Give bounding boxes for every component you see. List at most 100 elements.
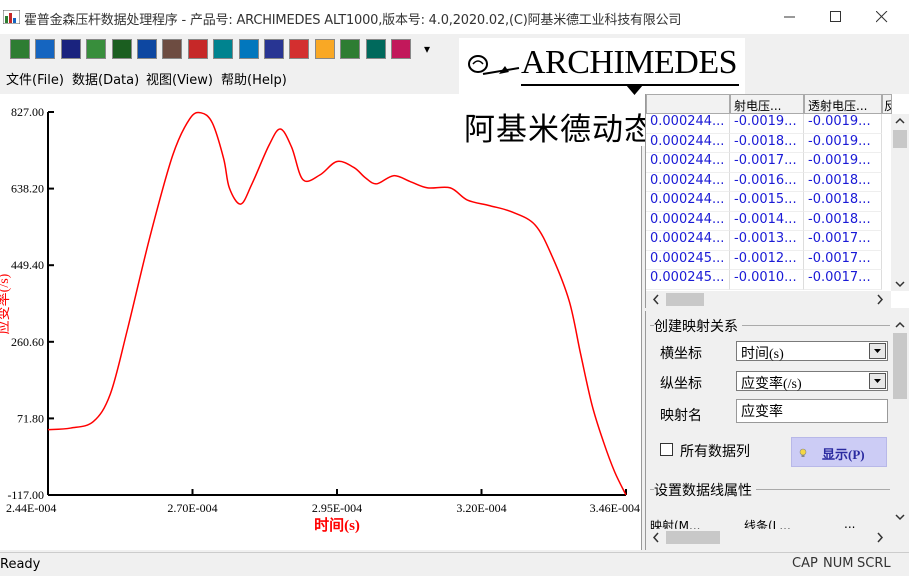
- num-indicator: NUM: [823, 556, 854, 571]
- chart-ticks: 827.00 638.20 449.40 260.60 71.80 -117.002.44…: [6, 105, 640, 515]
- table-cell: 0.000244...: [646, 153, 730, 173]
- table-row[interactable]: 0.000244... -0.0016... -0.0018...: [646, 172, 890, 192]
- x-axis-label: 时间(s): [314, 516, 360, 534]
- help-icon[interactable]: [314, 39, 335, 59]
- table-row[interactable]: 0.000244... -0.0018... -0.0019...: [646, 133, 890, 153]
- y-tick-label: 71.80: [17, 411, 44, 425]
- menu-data[interactable]: 数据(Data): [72, 69, 139, 88]
- column-header-time[interactable]: [646, 94, 730, 114]
- column-header-reflected[interactable]: 反: [882, 94, 892, 114]
- chart-axes: [47, 112, 626, 496]
- menu-view[interactable]: 视图(View): [146, 69, 213, 88]
- table-row[interactable]: 0.000244... -0.0017... -0.0019...: [646, 153, 890, 173]
- logo-brand-text: ARCHIMEDES: [521, 44, 738, 81]
- refresh-icon[interactable]: [238, 39, 259, 59]
- toolbar-overflow-button[interactable]: ▾: [424, 42, 430, 56]
- scroll-arrows-icon: [893, 117, 907, 288]
- table-icon[interactable]: [111, 39, 132, 59]
- y-axis-label: 应变率(/s): [0, 273, 12, 334]
- bulb-icon: [799, 448, 807, 457]
- open-folder-icon[interactable]: [35, 39, 56, 59]
- toolbar: ▾: [0, 36, 460, 64]
- mapping-name-label: 映射名: [660, 408, 702, 424]
- chart-panel[interactable]: 827.00 638.20 449.40 260.60 71.80 -117.00 2.44…: [0, 94, 642, 550]
- table-cell: -0.0012...: [730, 250, 804, 270]
- app-window: 霍普金森压杆数据处理程序 - 产品号: ARCHIMEDES ALT1000,版…: [0, 0, 909, 576]
- document-icon[interactable]: [86, 39, 107, 59]
- line-properties-group-title: 设置数据线属性: [654, 480, 756, 500]
- plot-icon[interactable]: [365, 39, 386, 59]
- table-cell: 0.000244...: [646, 114, 730, 134]
- table-cell: -0.0019...: [804, 133, 882, 153]
- minimize-button[interactable]: [767, 0, 813, 34]
- table-horizontal-scrollbar[interactable]: [646, 291, 891, 308]
- maximize-button[interactable]: [813, 0, 859, 34]
- table-row[interactable]: 0.000244... -0.0019... -0.0019...: [646, 114, 890, 134]
- all-columns-label: 所有数据列: [680, 444, 750, 460]
- list-icon[interactable]: [162, 39, 183, 59]
- x-tick-label: 2.70E-004: [167, 501, 217, 515]
- image-icon[interactable]: [187, 39, 208, 59]
- delete-icon[interactable]: [289, 39, 310, 59]
- panel-horizontal-scrollbar[interactable]: [646, 529, 891, 546]
- x-coord-select[interactable]: 时间(s): [736, 341, 888, 362]
- y-tick-label: 638.20: [11, 182, 44, 196]
- export-icon[interactable]: [340, 39, 361, 59]
- table-cell: -0.0010...: [730, 270, 804, 290]
- x-coord-value: 时间(s): [741, 347, 784, 362]
- table-cell: -0.0013...: [730, 231, 804, 251]
- table-header: 射电压... 透射电压... 反: [646, 94, 909, 114]
- chevron-down-icon[interactable]: [869, 373, 886, 389]
- grid-icon[interactable]: [264, 39, 284, 59]
- y-tick-label: 260.60: [11, 335, 44, 349]
- table-cell: -0.0017...: [730, 153, 804, 173]
- panel-vertical-scrollbar[interactable]: [891, 311, 909, 529]
- column-header-incident[interactable]: 射电压...: [730, 94, 804, 114]
- chevron-down-icon[interactable]: [869, 343, 886, 359]
- table-cell: 0.000244...: [646, 133, 730, 153]
- table-vertical-scrollbar[interactable]: [891, 114, 909, 291]
- scroll-arrows-icon: [652, 293, 884, 306]
- y-coord-select[interactable]: 应变率(/s): [736, 371, 888, 392]
- title-bar: 霍普金森压杆数据处理程序 - 产品号: ARCHIMEDES ALT1000,版…: [0, 0, 909, 34]
- scroll-arrows-icon: [893, 321, 907, 521]
- settings-icon[interactable]: [391, 39, 411, 59]
- close-icon: [876, 11, 888, 23]
- table-row[interactable]: 0.000245... -0.0010... -0.0017...: [646, 270, 890, 290]
- minimize-icon: [784, 16, 795, 18]
- table-row[interactable]: 0.000244... -0.0013... -0.0017...: [646, 231, 890, 251]
- column-header-transmitted[interactable]: 透射电压...: [804, 94, 882, 114]
- all-columns-checkbox[interactable]: [660, 443, 673, 456]
- show-button-label: 显示(P): [822, 447, 865, 462]
- x-tick-label: 2.44E-004: [6, 501, 56, 515]
- data-table[interactable]: 射电压... 透射电压... 反 0.000244...-0.0019...-0…: [645, 94, 909, 308]
- table-cell: -0.0015...: [730, 192, 804, 212]
- scrl-indicator: SCRL: [857, 556, 891, 571]
- table-cell: -0.0018...: [804, 192, 882, 212]
- open-icon[interactable]: [10, 39, 30, 59]
- table-cell: -0.0018...: [804, 211, 882, 231]
- mapping-name-input[interactable]: 应变率: [736, 399, 888, 423]
- close-button[interactable]: [859, 0, 905, 34]
- table-row[interactable]: 0.000244... -0.0014... -0.0018...: [646, 211, 890, 231]
- y-coord-value: 应变率(/s): [741, 377, 802, 392]
- status-text: Ready: [0, 557, 41, 572]
- mapping-panel: 创建映射关系 横坐标 时间(s) 纵坐标 应变率(/s) 映射名 应变率 所有数…: [645, 311, 909, 550]
- x-coord-label: 横坐标: [660, 346, 702, 362]
- menu-help[interactable]: 帮助(Help): [221, 69, 287, 88]
- tool-icon[interactable]: [213, 39, 234, 59]
- table-cell: 0.000245...: [646, 270, 730, 290]
- chart-icon[interactable]: [137, 39, 157, 59]
- x-tick-label: 2.95E-004: [312, 501, 362, 515]
- y-tick-label: 827.00: [11, 105, 44, 119]
- save-icon[interactable]: [60, 39, 81, 59]
- table-cell: -0.0019...: [804, 114, 882, 134]
- table-cell: -0.0018...: [730, 133, 804, 153]
- show-button[interactable]: 显示(P): [791, 437, 887, 467]
- y-coord-label: 纵坐标: [660, 376, 702, 392]
- table-row[interactable]: 0.000245... -0.0012... -0.0017...: [646, 250, 890, 270]
- table-row[interactable]: 0.000244... -0.0015... -0.0018...: [646, 192, 890, 212]
- menu-file[interactable]: 文件(File): [6, 69, 64, 88]
- table-cell: -0.0017...: [804, 231, 882, 251]
- table-cell: -0.0014...: [730, 211, 804, 231]
